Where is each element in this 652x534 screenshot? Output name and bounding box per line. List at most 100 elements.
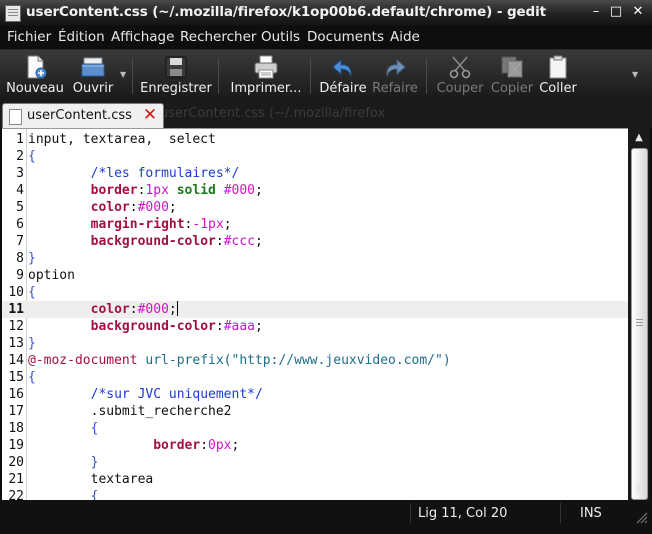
- code-line[interactable]: 5 color:#000;: [2, 199, 628, 216]
- code-text[interactable]: }: [28, 250, 36, 267]
- code-token: #aaa: [223, 319, 255, 334]
- code-token: }: [28, 251, 36, 266]
- status-separator: [560, 503, 561, 523]
- code-text[interactable]: option: [28, 267, 75, 284]
- code-text[interactable]: @-moz-document url-prefix("http://www.je…: [28, 352, 451, 369]
- code-token: :: [200, 438, 209, 453]
- code-line[interactable]: 12 background-color:#aaa;: [2, 318, 628, 335]
- code-text[interactable]: background-color:#ccc;: [28, 233, 263, 250]
- code-text[interactable]: margin-right:-1px;: [28, 216, 232, 233]
- code-token: #000: [223, 183, 256, 198]
- code-text[interactable]: {: [28, 420, 99, 437]
- cursor-position: Lig 11, Col 20: [418, 506, 508, 521]
- code-text[interactable]: border:1px solid #000;: [28, 182, 263, 199]
- menu-fichier[interactable]: Fichier: [7, 29, 51, 45]
- save-button[interactable]: Enregistrer: [138, 50, 214, 100]
- menu-documents[interactable]: Documents: [307, 29, 384, 45]
- code-token: 1px: [145, 183, 169, 198]
- code-line[interactable]: 14 @-moz-document url-prefix("http://www.…: [2, 352, 628, 369]
- toolbar-overflow-icon[interactable]: ▼: [632, 70, 638, 79]
- menu-rechercher[interactable]: Rechercher: [180, 29, 256, 45]
- code-line[interactable]: 13}: [2, 335, 628, 352]
- code-text[interactable]: textarea: [28, 471, 154, 488]
- line-number: 13: [8, 336, 24, 351]
- code-line[interactable]: 21 textarea: [2, 471, 628, 488]
- code-text[interactable]: color:#000;: [28, 301, 178, 318]
- code-line[interactable]: 6 margin-right:-1px;: [2, 216, 628, 233]
- vertical-scrollbar[interactable]: ▲ ▼: [628, 128, 650, 500]
- undo-button[interactable]: Défaire: [316, 50, 370, 100]
- print-button[interactable]: Imprimer...: [226, 50, 306, 100]
- code-text[interactable]: {: [28, 284, 36, 301]
- open-button[interactable]: Ouvrir: [70, 50, 116, 100]
- code-line[interactable]: 10 {: [2, 284, 628, 301]
- code-text[interactable]: background-color:#aaa;: [28, 318, 263, 335]
- code-text[interactable]: /*sur JVC uniquement*/: [28, 386, 263, 403]
- close-window-button[interactable]: ✕: [630, 4, 646, 20]
- maximize-button[interactable]: □: [608, 4, 624, 20]
- code-text[interactable]: /*les formulaires*/: [28, 165, 240, 182]
- redo-button[interactable]: Refaire: [370, 50, 420, 100]
- menu-outils[interactable]: Outils: [261, 29, 300, 45]
- document-tab-bar: userContent.css (~/.mozilla/firefox user…: [0, 100, 652, 129]
- code-text[interactable]: {: [28, 148, 36, 165]
- code-text[interactable]: input, textarea, select: [28, 131, 216, 148]
- scroll-down-icon[interactable]: ▼: [631, 482, 647, 498]
- code-line[interactable]: 3 /*les formulaires*/: [2, 165, 628, 182]
- cut-button[interactable]: Couper: [432, 50, 488, 100]
- code-token: ;: [231, 438, 240, 453]
- scroll-up-icon[interactable]: ▲: [631, 130, 647, 146]
- line-number: 8: [16, 251, 24, 266]
- paste-button[interactable]: Coller: [536, 50, 580, 100]
- toolbar-separator: [132, 58, 133, 94]
- toolbar-separator: [426, 58, 427, 94]
- code-token: background-color: [90, 319, 216, 334]
- copy-button[interactable]: Copier: [488, 50, 536, 100]
- toolbar-separator: [218, 58, 219, 94]
- code-token: ;: [255, 234, 263, 249]
- code-text[interactable]: .submit_recherche2: [28, 403, 232, 420]
- code-line[interactable]: 2{: [2, 148, 628, 165]
- code-text[interactable]: border:0px;: [28, 437, 239, 454]
- code-line[interactable]: 20 }: [2, 454, 628, 471]
- resize-grip-icon[interactable]: [634, 510, 648, 524]
- line-number: 9: [16, 268, 24, 283]
- code-line[interactable]: 16 /*sur JVC uniquement*/: [2, 386, 628, 403]
- code-line[interactable]: 11 color:#000;: [2, 301, 628, 318]
- code-line[interactable]: 8}: [2, 250, 628, 267]
- open-recent-arrow-icon[interactable]: ▼: [120, 70, 126, 79]
- menu-aide[interactable]: Aide: [390, 29, 420, 45]
- text-editor[interactable]: 1 input, textarea, select 2{3 /*les formul…: [2, 128, 628, 501]
- code-line[interactable]: 18 {: [2, 420, 628, 437]
- line-number: 6: [16, 217, 24, 232]
- scissors-icon: [449, 56, 471, 79]
- code-line[interactable]: 19 border:0px;: [2, 437, 628, 454]
- code-line[interactable]: 17 .submit_recherche2: [2, 403, 628, 420]
- menu-affichage[interactable]: Affichage: [111, 29, 174, 45]
- code-line[interactable]: 4 border:1px solid #000;: [2, 182, 628, 199]
- code-text[interactable]: {: [28, 369, 36, 386]
- minimize-button[interactable]: –: [588, 4, 604, 20]
- redo-arrow-icon: [386, 58, 406, 77]
- code-line[interactable]: 9 option: [2, 267, 628, 284]
- code-text[interactable]: }: [28, 335, 36, 352]
- insert-mode: INS: [580, 506, 602, 521]
- code-line[interactable]: 15 {: [2, 369, 628, 386]
- code-token: margin-right: [90, 217, 185, 232]
- code-token: url-prefix("http://www.jeuxvideo.com/"): [145, 353, 451, 368]
- tab-usercontent-css[interactable]: userContent.css ✕: [2, 103, 164, 129]
- code-text[interactable]: color:#000;: [28, 199, 177, 216]
- code-line[interactable]: 1 input, textarea, select: [2, 131, 628, 148]
- scrollbar-thumb[interactable]: [631, 148, 648, 500]
- new-document-button[interactable]: Nouveau: [0, 50, 70, 100]
- code-text[interactable]: }: [28, 454, 99, 471]
- title-bar[interactable]: userContent.css (~/.mozilla/firefox/k1op…: [0, 0, 652, 25]
- redo-label: Refaire: [372, 81, 418, 96]
- close-tab-icon[interactable]: ✕: [141, 105, 159, 125]
- code-line[interactable]: 7 background-color:#ccc;: [2, 233, 628, 250]
- line-number: 14: [8, 353, 24, 368]
- menu-edition[interactable]: Édition: [58, 29, 105, 45]
